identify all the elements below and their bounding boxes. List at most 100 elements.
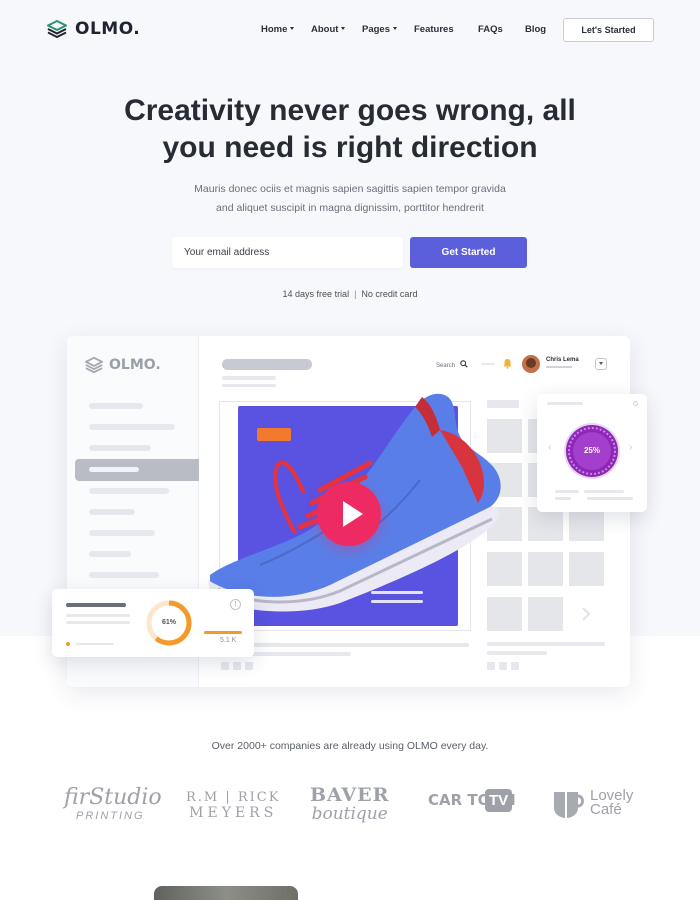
sidebar-item xyxy=(89,572,159,578)
thumb xyxy=(221,662,229,670)
progress-right-value: 25% xyxy=(583,446,600,455)
layers-logo-icon xyxy=(47,20,67,38)
brand-logo[interactable]: OLMO. xyxy=(46,19,140,39)
logo-rick-name: R.M | RICK xyxy=(186,790,281,805)
sidebar-item-active xyxy=(75,459,199,481)
chevron-right-icon xyxy=(582,607,591,621)
chevron-down-icon xyxy=(341,27,346,30)
grid-cell xyxy=(528,507,563,541)
section-image xyxy=(154,886,298,900)
stat-value: 5.1 K xyxy=(220,637,237,644)
nav-faqs[interactable]: FAQs xyxy=(478,24,503,35)
divider xyxy=(481,363,495,365)
card-line xyxy=(76,643,114,645)
get-started-button[interactable]: Get Started xyxy=(410,237,527,268)
top-navbar: OLMO. Home About Pages Features FAQs Blo… xyxy=(0,0,700,60)
user-name: Chris Lema xyxy=(546,357,579,363)
chevron-right-icon: › xyxy=(629,442,633,453)
logo-baver-sub: boutique xyxy=(311,804,388,824)
companies-caption: Over 2000+ companies are already using O… xyxy=(211,740,489,752)
info-icon xyxy=(633,401,638,406)
progress-card: 25% ‹ › xyxy=(537,394,647,512)
nav-features[interactable]: Features xyxy=(414,24,454,35)
thumb xyxy=(487,662,495,670)
hero-subtext: Mauris donec ociis et magnis sapien sagi… xyxy=(150,180,550,218)
nav-home-label: Home xyxy=(261,24,288,35)
logo-firstudio-sub: PRINTING xyxy=(76,810,145,822)
grid-cell xyxy=(569,552,604,586)
sidebar-item xyxy=(89,509,135,515)
thumb xyxy=(499,662,507,670)
headline-line-1: Creativity never goes wrong, all xyxy=(124,94,576,127)
sidebar-item xyxy=(89,488,169,494)
card-line xyxy=(584,490,624,493)
trial-note: 14 days free trial | No credit card xyxy=(0,289,700,299)
card-line xyxy=(587,497,633,500)
logo-lovely-cafe: Lovely Café xyxy=(552,786,633,820)
avatar xyxy=(522,355,540,373)
content-line xyxy=(221,643,469,647)
stat-bar xyxy=(204,631,242,634)
sidebar-item xyxy=(89,424,175,430)
chevron-down-icon xyxy=(290,27,295,30)
layers-logo-icon xyxy=(84,356,103,374)
email-input[interactable] xyxy=(172,237,403,268)
grid-cell xyxy=(569,507,604,541)
search-icon xyxy=(459,360,468,368)
nav-about-label: About xyxy=(311,24,339,35)
play-button[interactable] xyxy=(317,482,381,546)
orange-dot xyxy=(66,642,70,646)
logo-cafe-name: Café xyxy=(590,801,622,818)
bell-icon xyxy=(503,359,512,369)
nav-home[interactable]: Home xyxy=(261,24,295,35)
headline-line-2: you need is right direction xyxy=(162,131,538,164)
subtext-line-2: and aliquet suscipit in magna dignissim,… xyxy=(216,202,484,214)
progress-left-value: 61% xyxy=(161,619,176,626)
logo-rick-sub: MEYERS xyxy=(189,805,278,821)
nav-about[interactable]: About xyxy=(311,24,346,35)
card-title-placeholder xyxy=(66,603,126,607)
divider: | xyxy=(354,289,357,299)
thumb xyxy=(245,662,253,670)
trial-text: 14 days free trial xyxy=(282,289,350,299)
stats-card: 61% ! 5.1 K xyxy=(52,589,254,657)
nav-pages-label: Pages xyxy=(362,24,390,35)
chevron-down-icon xyxy=(595,358,607,370)
user-role-placeholder xyxy=(546,366,572,368)
card-line xyxy=(66,621,130,624)
mockup-search: Search xyxy=(436,360,468,369)
logo-cartoon-tv: TV xyxy=(485,789,513,812)
sidebar-item xyxy=(89,445,151,451)
logo-baver-name: BAVER xyxy=(310,784,390,806)
logo-cartoon-name: CAR TOON xyxy=(428,791,516,809)
content-line xyxy=(487,651,547,655)
logo-firstudio: firStudio PRINTING xyxy=(64,785,162,823)
grid-cell xyxy=(528,597,563,631)
thumb xyxy=(233,662,241,670)
chevron-down-icon xyxy=(393,27,397,30)
mockup-subtitle-placeholder xyxy=(222,376,276,380)
chevron-left-icon: ‹ xyxy=(548,442,552,453)
grid-cell xyxy=(528,552,563,586)
lets-started-button[interactable]: Let's Started xyxy=(563,18,654,42)
nav-blog[interactable]: Blog xyxy=(525,24,546,35)
logo-cartoon: CAR TOON TV xyxy=(428,789,516,812)
card-title-placeholder xyxy=(547,402,583,405)
info-icon: ! xyxy=(230,599,241,610)
mockup-title-placeholder xyxy=(222,359,312,370)
card-line xyxy=(555,497,571,500)
sidebar-item xyxy=(89,551,131,557)
card-line xyxy=(555,490,579,493)
search-label: Search xyxy=(436,363,456,369)
logo-rick-meyers: R.M | RICK MEYERS xyxy=(186,790,280,821)
sidebar-item xyxy=(89,403,143,409)
sidebar-item xyxy=(89,530,155,536)
no-card-text: No credit card xyxy=(361,289,418,299)
mockup-logo: OLMO. xyxy=(84,356,161,374)
mockup-logo-text: OLMO. xyxy=(109,357,161,373)
thumb xyxy=(511,662,519,670)
nav-pages[interactable]: Pages xyxy=(362,24,397,35)
brand-name: OLMO. xyxy=(75,19,141,39)
logo-firstudio-name: firStudio xyxy=(64,785,162,810)
cup-icon xyxy=(554,792,584,818)
